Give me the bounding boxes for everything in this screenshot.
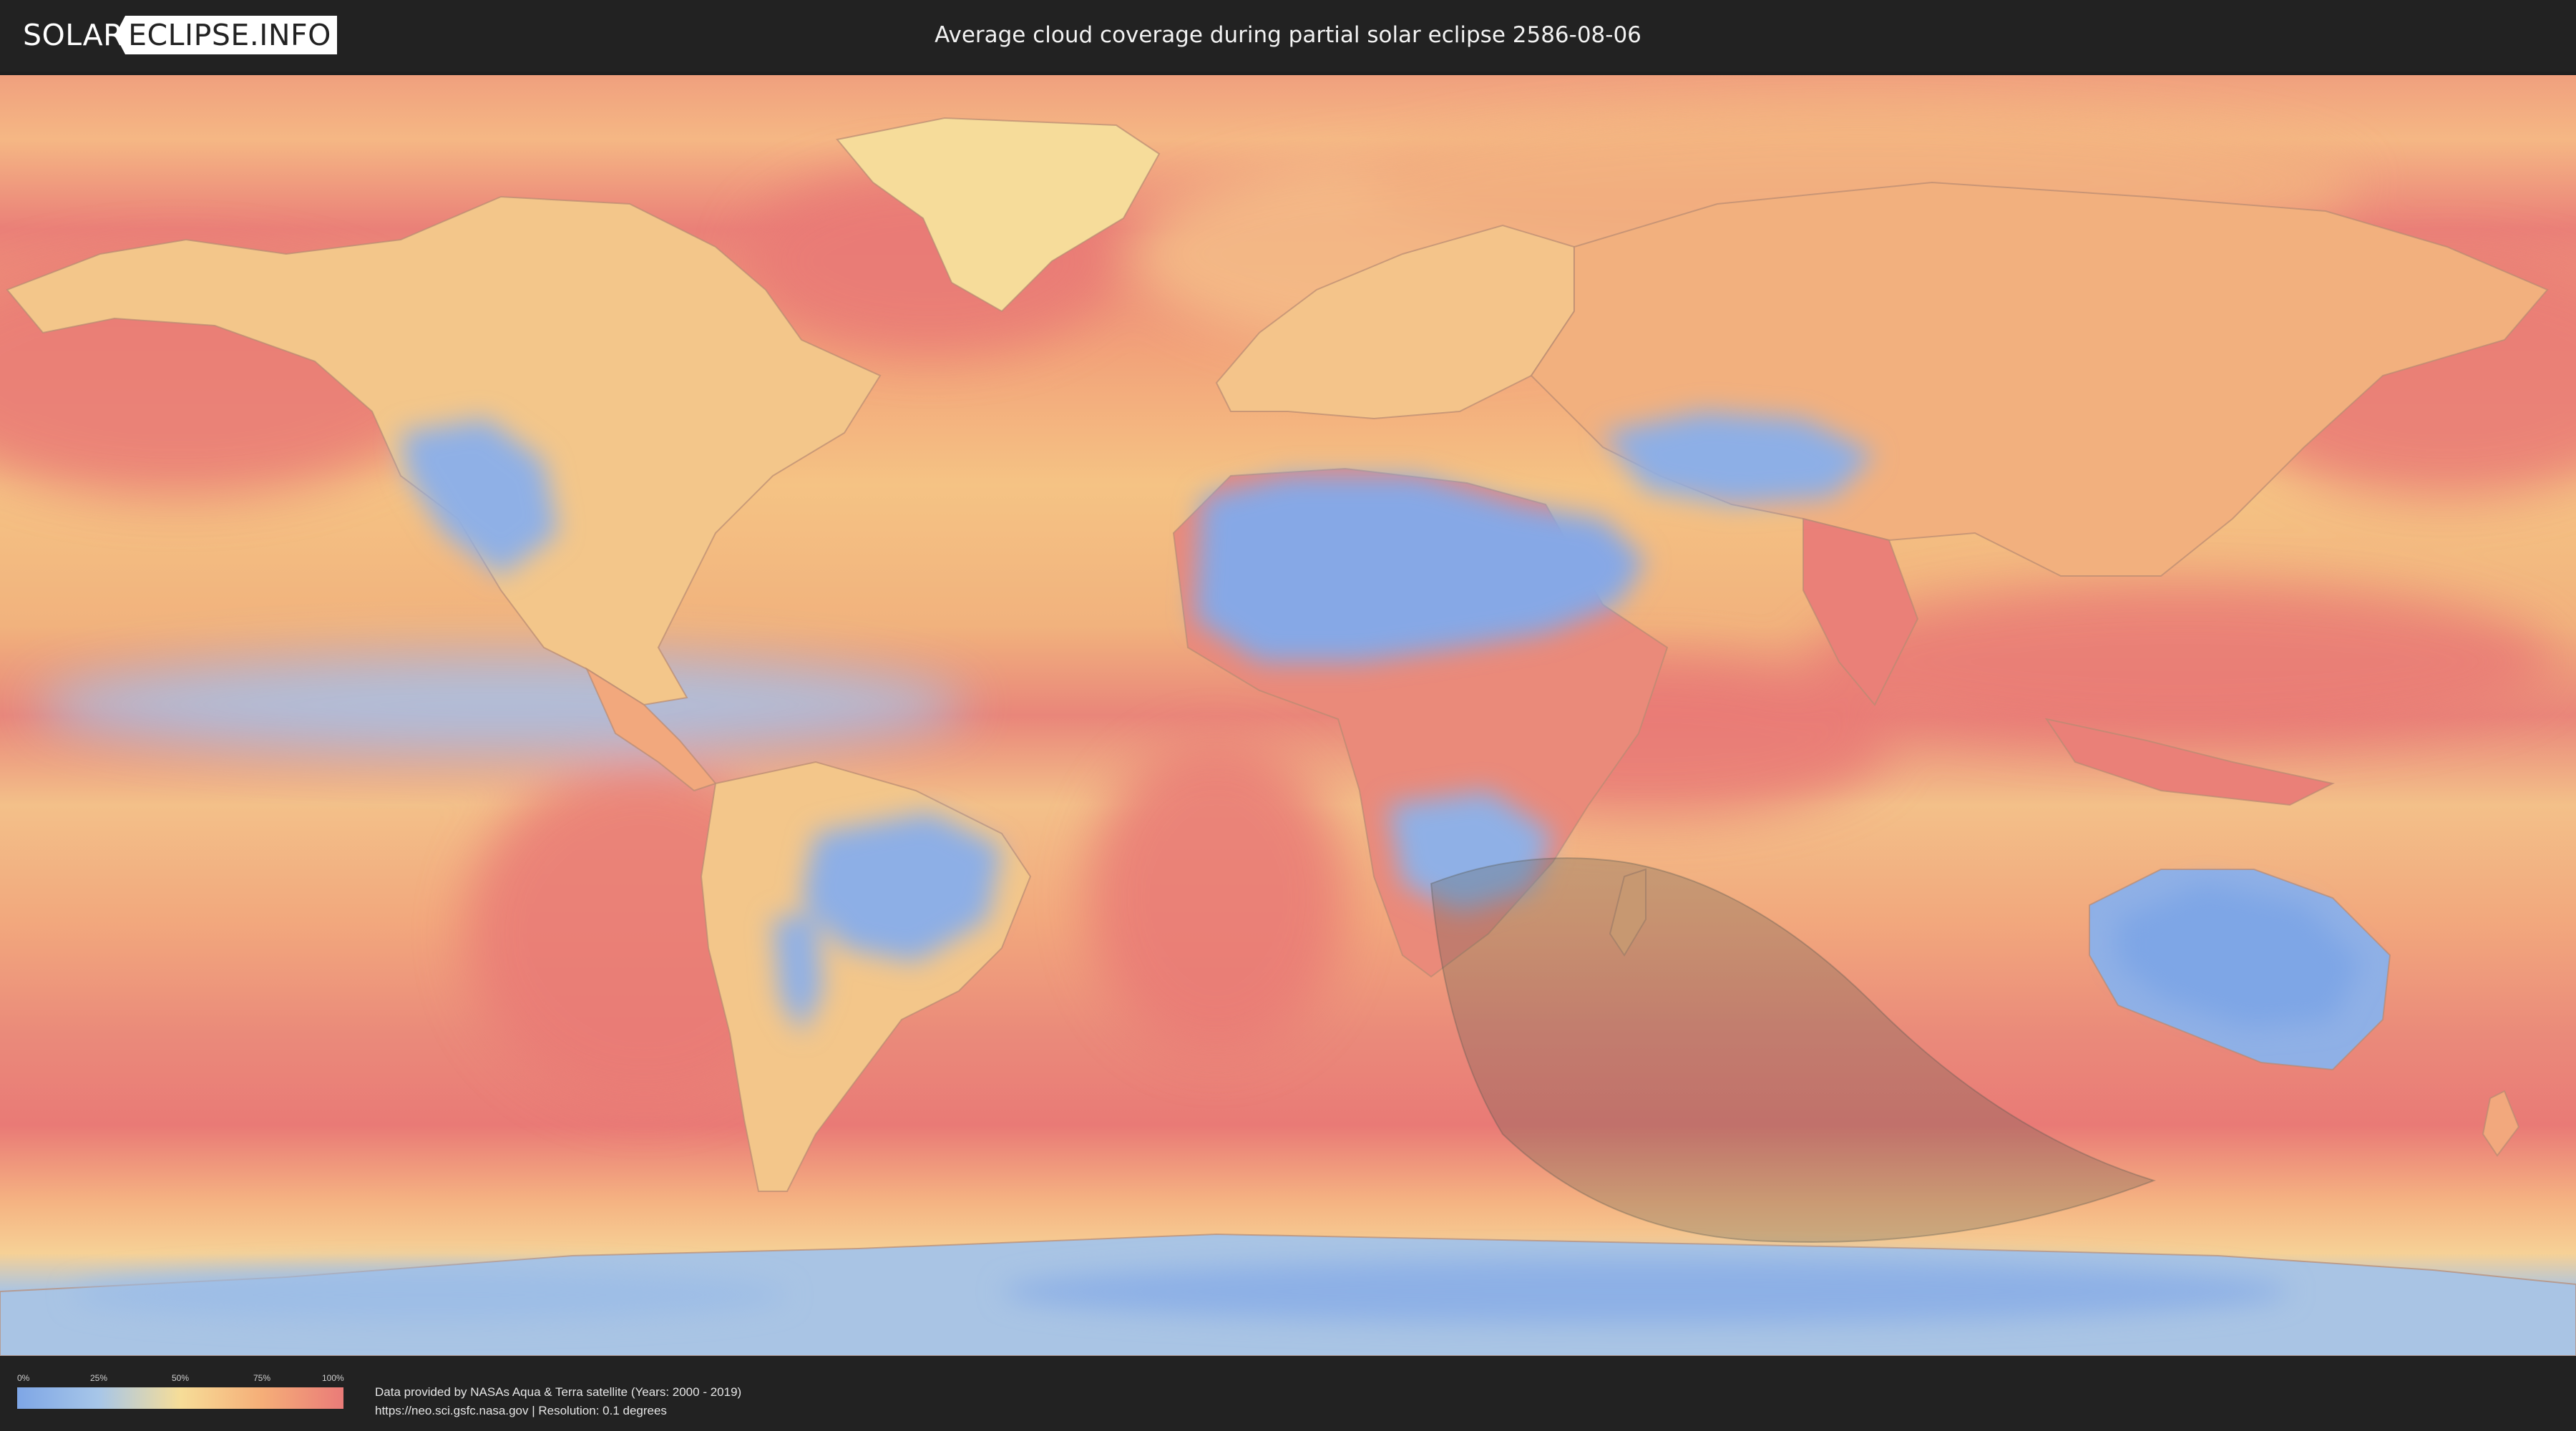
credits-line-source: Data provided by NASAs Aqua & Terra sate… xyxy=(375,1385,742,1399)
footer-bar: 0% 25% 50% 75% 100% Data provided by NAS… xyxy=(0,1356,2576,1431)
logo-text-solar: SOLAR xyxy=(23,18,125,52)
credits-line-url[interactable]: https://neo.sci.gsfc.nasa.gov | Resoluti… xyxy=(375,1402,741,1420)
page-title: Average cloud coverage during partial so… xyxy=(935,22,1641,48)
legend-tick-75: 75% xyxy=(253,1373,271,1383)
header-bar: SOLAR ECLIPSE.INFO Average cloud coverag… xyxy=(0,0,2576,72)
cloud-coverage-legend-bar xyxy=(17,1387,343,1409)
cloud-coverage-map[interactable] xyxy=(0,75,2576,1356)
logo-text-eclipse-info: ECLIPSE.INFO xyxy=(115,16,337,54)
clear-antarctic-plateau xyxy=(1002,1259,2290,1324)
legend-tick-50: 50% xyxy=(172,1373,190,1383)
legend-tick-0: 0% xyxy=(17,1373,30,1383)
legend-tick-25: 25% xyxy=(90,1373,108,1383)
data-credits: Data provided by NASAs Aqua & Terra sate… xyxy=(375,1383,741,1420)
legend-tick-labels: 0% 25% 50% 75% 100% xyxy=(17,1373,344,1384)
map-svg xyxy=(0,75,2576,1356)
clear-antarctic-west xyxy=(72,1270,787,1320)
legend-tick-100: 100% xyxy=(322,1373,344,1383)
site-logo[interactable]: SOLAR ECLIPSE.INFO xyxy=(23,16,337,54)
